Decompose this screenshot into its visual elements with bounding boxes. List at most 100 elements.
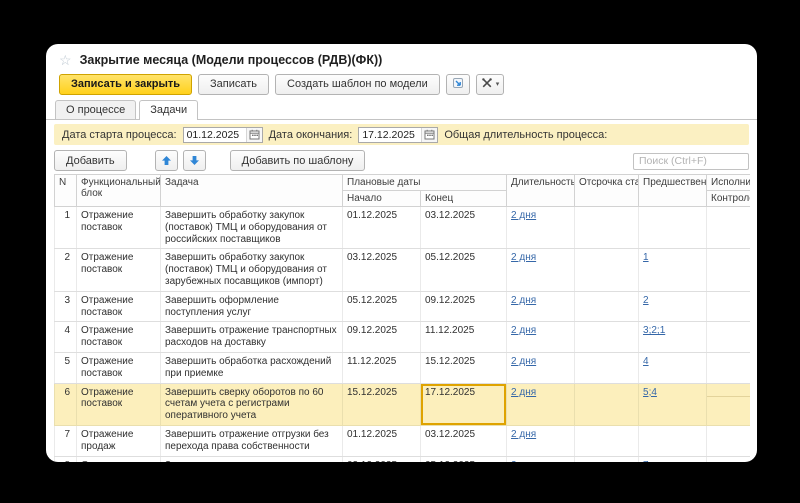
start-date-input[interactable]	[183, 127, 246, 142]
header-planned-dates[interactable]: Плановые даты	[341, 174, 508, 191]
cell-functional-block[interactable]: Отражение продаж	[76, 424, 161, 457]
cell-duration[interactable]: 2 дня	[506, 382, 576, 426]
cell-task[interactable]: Завершить сверку оборотов по 60 счетам у…	[160, 382, 343, 426]
controllers-subcell[interactable]	[707, 439, 750, 452]
header-number[interactable]: N	[54, 174, 77, 207]
cell-start-date[interactable]: 01.12.2025	[342, 424, 421, 457]
cell-number[interactable]: 5	[54, 351, 77, 384]
task-row[interactable]: 5 Отражение поставок Завершить обработка р…	[54, 351, 750, 384]
task-row[interactable]: 7 Отражение продаж Завершить отражение отг…	[54, 424, 750, 457]
save-and-close-button[interactable]: Записать и закрыть	[59, 73, 193, 95]
task-row[interactable]: 1 Отражение поставок Завершить обработку з…	[54, 205, 750, 250]
cell-executors[interactable]	[706, 248, 750, 292]
cell-start-date[interactable]: 01.12.2025	[342, 205, 421, 250]
cell-executors[interactable]	[706, 455, 750, 462]
end-date-input[interactable]	[359, 127, 422, 142]
predecessors-link[interactable]: 7	[643, 460, 649, 462]
cell-start-date[interactable]: 03.12.2025	[342, 455, 421, 462]
executors-subcell[interactable]	[707, 426, 750, 439]
header-end-date[interactable]: Конец	[419, 190, 508, 207]
duration-link[interactable]: 2 дня	[511, 460, 536, 462]
cell-duration[interactable]: 2 дня	[506, 321, 576, 353]
cell-number[interactable]: 1	[54, 205, 77, 250]
predecessors-link[interactable]: 1	[643, 252, 649, 263]
cell-executors[interactable]	[706, 351, 750, 384]
cell-predecessors[interactable]: 5;4	[638, 382, 708, 426]
duration-link[interactable]: 2 дня	[511, 356, 536, 367]
cell-start-delay[interactable]	[574, 205, 640, 250]
tab-about-process[interactable]: О процессе	[55, 100, 137, 119]
duration-link[interactable]: 2 дня	[511, 295, 536, 306]
header-executors[interactable]: Исполнители	[706, 174, 750, 191]
cell-start-delay[interactable]	[574, 424, 640, 457]
cell-predecessors[interactable]: 7	[638, 455, 708, 462]
cell-end-date[interactable]: 05.12.2025	[419, 248, 508, 292]
cell-task[interactable]: Завершить отражение транспортных расходо…	[160, 321, 343, 353]
cell-end-date[interactable]: 09.12.2025	[419, 290, 508, 323]
cell-task[interactable]: Завершить обработку закупок (поставок) Т…	[160, 248, 343, 292]
duration-link[interactable]: 2 дня	[511, 210, 536, 221]
cell-duration[interactable]: 2 дня	[506, 351, 576, 384]
cell-functional-block[interactable]: Отражение поставок	[76, 290, 161, 323]
cell-duration[interactable]: 2 дня	[506, 205, 576, 250]
cell-executors[interactable]	[706, 321, 750, 353]
controllers-subcell[interactable]	[707, 305, 750, 318]
cell-executors[interactable]	[706, 290, 750, 323]
tools-menu-button[interactable]: ▾	[475, 73, 505, 95]
cell-number[interactable]: 6	[54, 382, 77, 426]
header-task[interactable]: Задача	[160, 174, 343, 207]
favorite-star-icon[interactable]: ☆	[59, 53, 72, 67]
cell-end-date[interactable]: 03.12.2025	[419, 205, 508, 250]
predecessors-link[interactable]: 3;2;1	[643, 325, 665, 336]
cell-number[interactable]: 8	[54, 455, 77, 462]
predecessors-link[interactable]: 5;4	[643, 387, 657, 398]
cell-end-date[interactable]: 03.12.2025	[419, 424, 508, 457]
cell-end-date[interactable]: 05.12.2025	[419, 455, 508, 462]
cell-start-date[interactable]: 15.12.2025	[342, 382, 421, 426]
cell-functional-block[interactable]: Отражение поставок	[76, 248, 161, 292]
task-row[interactable]: 3 Отражение поставок Завершить оформление …	[54, 290, 750, 323]
controllers-subcell[interactable]	[707, 366, 750, 379]
controllers-subcell[interactable]	[707, 220, 750, 233]
cell-start-delay[interactable]	[574, 351, 640, 384]
cell-task[interactable]: Завершить обработка расхождений при прие…	[160, 351, 343, 384]
cell-executors[interactable]	[706, 424, 750, 457]
duration-link[interactable]: 2 дня	[511, 325, 536, 336]
executors-subcell[interactable]	[707, 322, 750, 335]
cell-start-delay[interactable]	[574, 248, 640, 292]
header-start-delay[interactable]: Отсрочка старта	[574, 174, 640, 207]
cell-functional-block[interactable]: Отражение поставок	[76, 321, 161, 353]
move-up-button[interactable]	[154, 150, 178, 171]
header-duration[interactable]: Длительность	[506, 174, 576, 207]
controllers-subcell[interactable]	[707, 397, 750, 410]
cell-start-delay[interactable]	[574, 382, 640, 426]
header-functional-block[interactable]: Функциональный блок	[76, 174, 161, 207]
cell-end-date[interactable]: 15.12.2025	[419, 351, 508, 384]
cell-predecessors[interactable]: 4	[638, 351, 708, 384]
cell-predecessors[interactable]	[638, 424, 708, 457]
predecessors-link[interactable]: 2	[643, 295, 649, 306]
cell-functional-block[interactable]: Отражение поставок	[76, 205, 161, 250]
predecessors-link[interactable]: 4	[643, 356, 649, 367]
cell-predecessors[interactable]: 1	[638, 248, 708, 292]
end-date-calendar-button[interactable]	[421, 127, 438, 142]
cell-start-date[interactable]: 05.12.2025	[342, 290, 421, 323]
start-date-calendar-button[interactable]	[245, 127, 262, 142]
cell-end-date[interactable]: 17.12.2025	[419, 382, 508, 426]
cell-start-delay[interactable]	[574, 321, 640, 353]
related-records-button[interactable]	[445, 73, 470, 95]
duration-link[interactable]: 2 дня	[511, 387, 536, 398]
cell-start-date[interactable]: 09.12.2025	[342, 321, 421, 353]
executors-subcell[interactable]	[707, 249, 750, 262]
duration-link[interactable]: 2 дня	[511, 429, 536, 440]
controllers-subcell[interactable]	[707, 262, 750, 275]
cell-executors[interactable]	[706, 205, 750, 250]
duration-link[interactable]: 2 дня	[511, 252, 536, 263]
cell-number[interactable]: 4	[54, 321, 77, 353]
cell-functional-block[interactable]: Отражение поставок	[76, 382, 161, 426]
cell-number[interactable]: 3	[54, 290, 77, 323]
task-row[interactable]: 4 Отражение поставок Завершить отражение т…	[54, 321, 750, 353]
cell-duration[interactable]: 2 дня	[506, 455, 576, 462]
cell-duration[interactable]: 2 дня	[506, 248, 576, 292]
add-button[interactable]: Добавить	[54, 150, 127, 171]
